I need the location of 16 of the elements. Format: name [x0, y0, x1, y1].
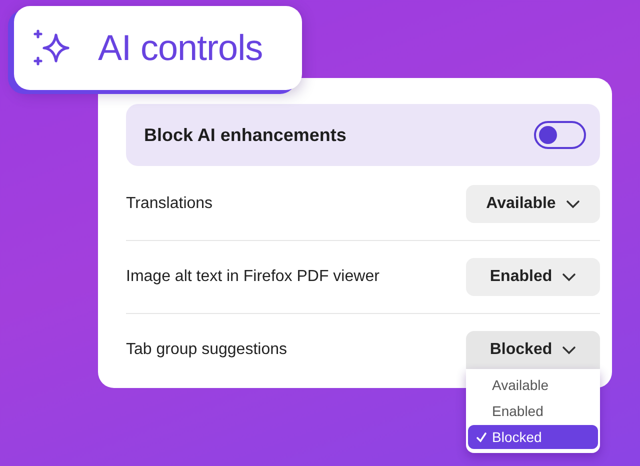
menu-option[interactable]: Blocked	[468, 425, 598, 449]
dropdown-button[interactable]: Blocked	[466, 331, 600, 369]
setting-label: Image alt text in Firefox PDF viewer	[126, 268, 380, 286]
menu-option[interactable]: Available	[468, 373, 598, 397]
toggle-switch[interactable]	[534, 121, 586, 149]
dropdown-button[interactable]: Available	[466, 185, 600, 223]
check-icon	[476, 432, 487, 442]
chevron-down-icon	[566, 200, 580, 208]
chevron-down-icon	[562, 272, 576, 282]
setting-label: Block AI enhancements	[144, 124, 346, 146]
panel-title: AI controls	[98, 27, 263, 69]
setting-label: Translations	[126, 195, 213, 213]
setting-label: Tab group suggestions	[126, 341, 287, 359]
chevron-down-icon	[562, 346, 576, 354]
dropdown-button[interactable]: Enabled	[466, 258, 600, 296]
menu-option[interactable]: Enabled	[468, 399, 598, 423]
